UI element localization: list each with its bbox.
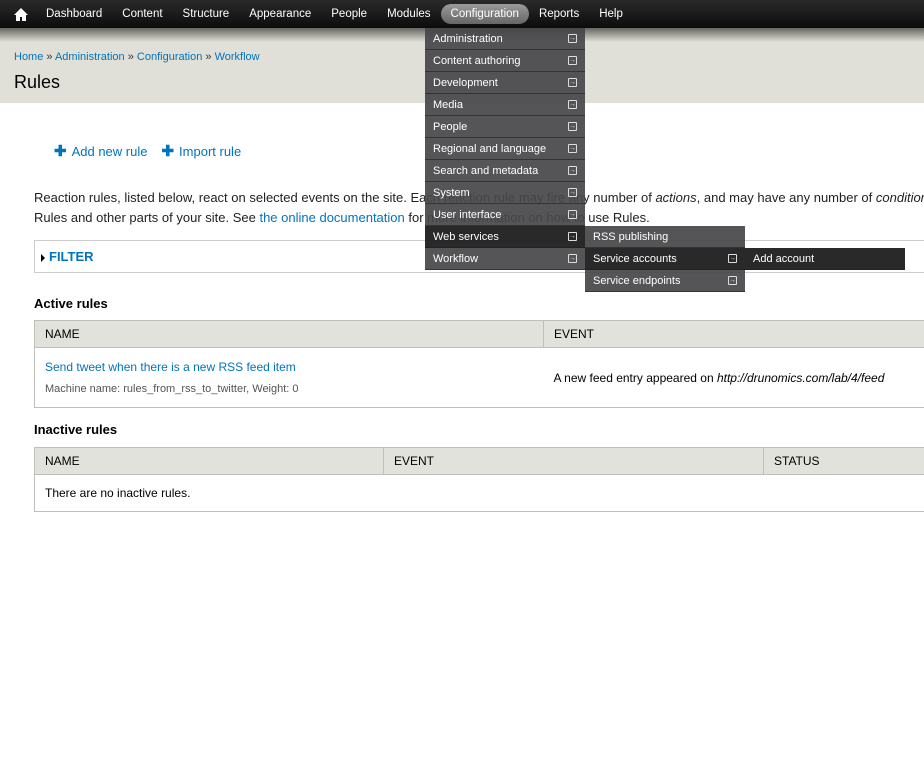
menu-item-label: Service accounts [593, 252, 677, 265]
toolbar-modules[interactable]: Modules [377, 4, 440, 24]
rule-link[interactable]: Send tweet when there is a new RSS feed … [45, 360, 296, 374]
action-links: ✚ Add new rule ✚ Import rule [54, 144, 241, 159]
empty-message: There are no inactive rules. [45, 486, 191, 500]
submenu-arrow-icon: → [568, 232, 577, 241]
service-accounts-submenu: Add account [745, 248, 905, 270]
import-label: Import rule [179, 144, 242, 159]
menu-item-administration[interactable]: Administration → [425, 28, 585, 50]
menu-item-web-services[interactable]: Web services → [425, 226, 585, 248]
breadcrumb-configuration[interactable]: Configuration [137, 51, 202, 63]
menu-item-label: Service endpoints [593, 274, 681, 287]
menu-item-search-and-metadata[interactable]: Search and metadata → [425, 160, 585, 182]
desc-text: , and may have any number of [696, 190, 876, 205]
menu-item-label: Web services [433, 230, 499, 243]
column-status[interactable]: STATUS [763, 447, 924, 475]
column-event[interactable]: EVENT [543, 320, 924, 348]
submenu-arrow-icon: → [568, 100, 577, 109]
toolbar-reports[interactable]: Reports [529, 4, 589, 24]
add-new-rule-link[interactable]: ✚ Add new rule [54, 144, 147, 159]
menu-item-user-interface[interactable]: User interface → [425, 204, 585, 226]
menu-item-label: RSS publishing [593, 230, 669, 243]
submenu-arrow-icon: → [568, 56, 577, 65]
active-rules-table: NAME EVENT Send tweet when there is a new… [34, 320, 924, 408]
table-row: There are no inactive rules. [35, 475, 924, 512]
breadcrumb-workflow[interactable]: Workflow [215, 51, 260, 63]
menu-item-system[interactable]: System → [425, 182, 585, 204]
column-event[interactable]: EVENT [383, 447, 764, 475]
menu-item-service-endpoints[interactable]: Service endpoints → [585, 270, 745, 292]
submenu-arrow-icon: → [568, 254, 577, 263]
submenu-arrow-icon: → [568, 78, 577, 87]
admin-toolbar: Dashboard Content Structure Appearance P… [0, 0, 924, 28]
page-title: Rules [14, 72, 61, 92]
menu-item-development[interactable]: Development → [425, 72, 585, 94]
menu-item-regional-and-language[interactable]: Regional and language → [425, 138, 585, 160]
menu-item-label: Workflow [433, 252, 479, 265]
column-name[interactable]: NAME [34, 320, 544, 348]
toolbar-content[interactable]: Content [112, 4, 172, 24]
submenu-arrow-icon: → [568, 188, 577, 197]
plus-icon: ✚ [54, 143, 67, 160]
menu-item-rss-publishing[interactable]: RSS publishing [585, 226, 745, 248]
active-rules-heading: Active rules [34, 296, 108, 311]
breadcrumb-home[interactable]: Home [14, 51, 43, 63]
submenu-arrow-icon: → [728, 254, 737, 263]
menu-item-service-accounts[interactable]: Service accounts → [585, 248, 745, 270]
submenu-arrow-icon: → [728, 276, 737, 285]
menu-item-add-account[interactable]: Add account [745, 248, 905, 270]
menu-item-label: System [433, 186, 470, 199]
toolbar-help[interactable]: Help [589, 4, 633, 24]
breadcrumb: Home » Administration » Configuration » … [14, 51, 260, 63]
add-label: Add new rule [71, 144, 148, 159]
desc-conditions: conditions [875, 190, 924, 205]
menu-item-label: Regional and language [433, 142, 547, 155]
submenu-arrow-icon: → [568, 144, 577, 153]
inactive-rules-heading: Inactive rules [34, 422, 118, 437]
machine-name: Machine name: rules_from_rss_to_twitter,… [45, 383, 299, 395]
menu-item-content-authoring[interactable]: Content authoring → [425, 50, 585, 72]
event-text: A new feed entry appeared on [553, 370, 717, 385]
toolbar-appearance[interactable]: Appearance [239, 4, 321, 24]
menu-item-people[interactable]: People → [425, 116, 585, 138]
column-name[interactable]: NAME [34, 447, 384, 475]
menu-item-label: Media [433, 98, 463, 111]
menu-item-label: Search and metadata [433, 164, 539, 177]
menu-item-media[interactable]: Media → [425, 94, 585, 116]
menu-item-workflow[interactable]: Workflow → [425, 248, 585, 270]
configuration-menu: Administration → Content authoring → Develop… [425, 28, 585, 270]
web-services-submenu: RSS publishing Service accounts → Service e… [585, 226, 745, 292]
menu-item-label: Add account [753, 252, 815, 265]
submenu-arrow-icon: → [568, 122, 577, 131]
desc-actions: actions [655, 190, 697, 205]
event-url: http://drunomics.com/lab/4/feed [716, 370, 885, 385]
submenu-arrow-icon: → [568, 166, 577, 175]
toolbar-structure[interactable]: Structure [173, 4, 240, 24]
inactive-rules-table: NAME EVENT STATUS There are no inactive ru… [34, 447, 924, 512]
menu-item-label: User interface [433, 208, 502, 221]
breadcrumb-administration[interactable]: Administration [55, 51, 125, 63]
toolbar-people[interactable]: People [321, 4, 377, 24]
submenu-arrow-icon: → [568, 34, 577, 43]
submenu-arrow-icon: → [568, 210, 577, 219]
home-icon[interactable] [10, 4, 32, 24]
menu-item-label: Content authoring [433, 54, 521, 67]
menu-item-label: Development [433, 76, 498, 89]
toolbar-configuration[interactable]: Configuration [440, 4, 529, 24]
toolbar-dashboard[interactable]: Dashboard [36, 4, 112, 24]
import-rule-link[interactable]: ✚ Import rule [161, 144, 241, 159]
table-row: Send tweet when there is a new RSS feed … [35, 348, 924, 408]
desc-text: Rules and other parts of your site. See [34, 210, 260, 225]
online-documentation-link[interactable]: the online documentation [259, 210, 404, 225]
menu-item-label: Administration [433, 32, 503, 45]
filter-toggle[interactable]: FILTER [49, 249, 94, 264]
menu-item-label: People [433, 120, 468, 133]
plus-icon: ✚ [161, 143, 175, 160]
triangle-right-icon [41, 253, 45, 262]
